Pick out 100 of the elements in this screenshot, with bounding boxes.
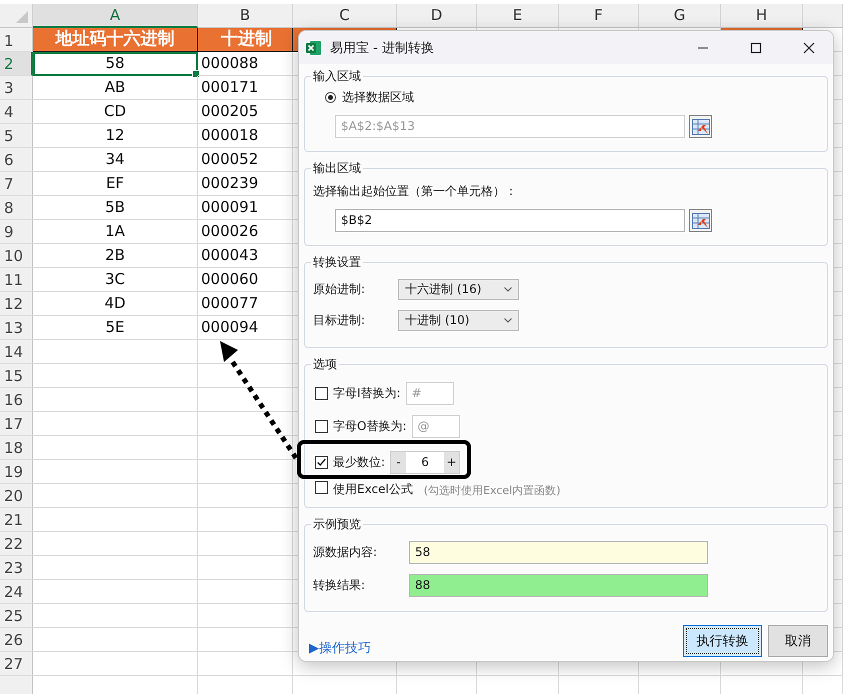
row-number[interactable]: 13	[0, 316, 33, 340]
caret-icon	[504, 318, 512, 322]
header-cell: 地址码十六进制	[33, 28, 198, 52]
table-cell: 000239	[198, 172, 293, 196]
table-cell: 000026	[198, 220, 293, 244]
checkbox[interactable]	[315, 420, 328, 433]
row-number[interactable]: 4	[0, 100, 33, 124]
section-title: 输入区域	[312, 68, 362, 85]
table-cell: 5B	[33, 196, 198, 220]
table-cell: 4D	[33, 292, 198, 316]
range-field[interactable]: $B$2	[335, 209, 685, 232]
column-header[interactable]: B	[198, 4, 293, 28]
column-header[interactable]: D	[397, 4, 477, 28]
range-picker-button[interactable]	[689, 115, 712, 138]
row-number[interactable]: 9	[0, 220, 33, 244]
maximize-icon[interactable]	[750, 42, 762, 54]
window-title: 易用宝 - 进制转换	[330, 40, 434, 56]
table-cell: 000091	[198, 196, 293, 220]
row-number[interactable]: 5	[0, 124, 33, 148]
cancel-button[interactable]: 取消	[768, 625, 828, 657]
row-number[interactable]: 27	[0, 652, 33, 676]
column-header[interactable]: C	[293, 4, 397, 28]
table-cell: 000060	[198, 268, 293, 292]
column-header[interactable]: H	[721, 4, 803, 28]
row-number[interactable]: 20	[0, 484, 33, 508]
row-number[interactable]: 25	[0, 604, 33, 628]
row-number[interactable]: 3	[0, 76, 33, 100]
section-title: 选项	[312, 356, 338, 373]
column-header[interactable]: F	[559, 4, 639, 28]
row-number[interactable]: 22	[0, 532, 33, 556]
table-cell: 000018	[198, 124, 293, 148]
field-label: 目标进制:	[313, 312, 366, 328]
table-cell: 58	[33, 52, 198, 76]
field-label: 转换结果:	[313, 577, 366, 594]
column-header[interactable]: A	[33, 4, 198, 28]
row-number[interactable]: 17	[0, 412, 33, 436]
checkbox[interactable]	[315, 387, 328, 400]
spreadsheet-app-icon	[306, 40, 322, 56]
row-number[interactable]: 10	[0, 244, 33, 268]
section-title: 转换设置	[312, 254, 362, 271]
row-number[interactable]: 14	[0, 340, 33, 364]
row-number[interactable]: 8	[0, 196, 33, 220]
checkbox-label: 使用Excel公式	[333, 481, 413, 498]
row-number[interactable]: 12	[0, 292, 33, 316]
checkbox-label: 最少数位:	[333, 454, 386, 470]
table-cell: EF	[33, 172, 198, 196]
row-number[interactable]: 16	[0, 388, 33, 412]
dropdown[interactable]: 十进制 (10)	[398, 310, 519, 330]
row-number[interactable]: 19	[0, 460, 33, 484]
table-cell: 34	[33, 148, 198, 172]
section-title: 输出区域	[312, 160, 362, 177]
column-header[interactable]: G	[639, 4, 721, 28]
table-cell: 000052	[198, 148, 293, 172]
table-arrow-icon	[692, 118, 710, 134]
preview-field: 58	[409, 541, 708, 564]
checkbox[interactable]	[315, 481, 328, 494]
column-header[interactable]: E	[477, 4, 559, 28]
row-number[interactable]: 7	[0, 172, 33, 196]
checkbox[interactable]	[315, 456, 328, 468]
caret-icon	[504, 286, 512, 292]
row-number[interactable]: 15	[0, 364, 33, 388]
radio-label: 选择数据区域	[342, 88, 414, 106]
table-cell: 5E	[33, 316, 198, 340]
preview-field: 88	[409, 574, 708, 597]
checkbox-label: 字母O替换为:	[333, 418, 406, 435]
table-cell: 2B	[33, 244, 198, 268]
dropdown[interactable]: 十六进制 (16)	[398, 278, 519, 300]
section-title: 示例预览	[312, 516, 362, 533]
tips-link[interactable]: ▶操作技巧	[309, 639, 371, 657]
table-cell: 12	[33, 124, 198, 148]
row-number[interactable]: 26	[0, 628, 33, 652]
table-cell: AB	[33, 76, 198, 100]
row-number[interactable]: 18	[0, 436, 33, 460]
field-label: 选择输出起始位置（第一个单元格）：	[313, 183, 518, 200]
table-cell: 000171	[198, 76, 293, 100]
field-label: 原始进制:	[313, 280, 366, 298]
row-number[interactable]: 24	[0, 580, 33, 604]
table-arrow-icon	[692, 212, 710, 228]
field-label: 源数据内容:	[313, 544, 378, 561]
convert-button[interactable]: 执行转换	[683, 625, 762, 657]
header-cell: 十进制	[198, 28, 293, 52]
table-cell: CD	[33, 100, 198, 124]
checkbox-label: 字母I替换为:	[333, 385, 401, 402]
row-number[interactable]: 21	[0, 508, 33, 532]
table-cell: 1A	[33, 220, 198, 244]
range-picker-button[interactable]	[689, 209, 712, 232]
fill-handle[interactable]	[192, 70, 200, 78]
table-cell: 000043	[198, 244, 293, 268]
close-icon[interactable]	[803, 42, 815, 54]
row-number[interactable]: 2	[0, 52, 33, 76]
table-cell: 000094	[198, 316, 293, 340]
table-cell: 3C	[33, 268, 198, 292]
row-number[interactable]: 23	[0, 556, 33, 580]
table-cell: 000077	[198, 292, 293, 316]
triangle-icon	[16, 11, 28, 23]
row-number[interactable]: 11	[0, 268, 33, 292]
table-cell: 000205	[198, 100, 293, 124]
table-cell: 000088	[198, 52, 293, 76]
row-number[interactable]: 6	[0, 148, 33, 172]
row-number[interactable]: 1	[0, 28, 33, 52]
